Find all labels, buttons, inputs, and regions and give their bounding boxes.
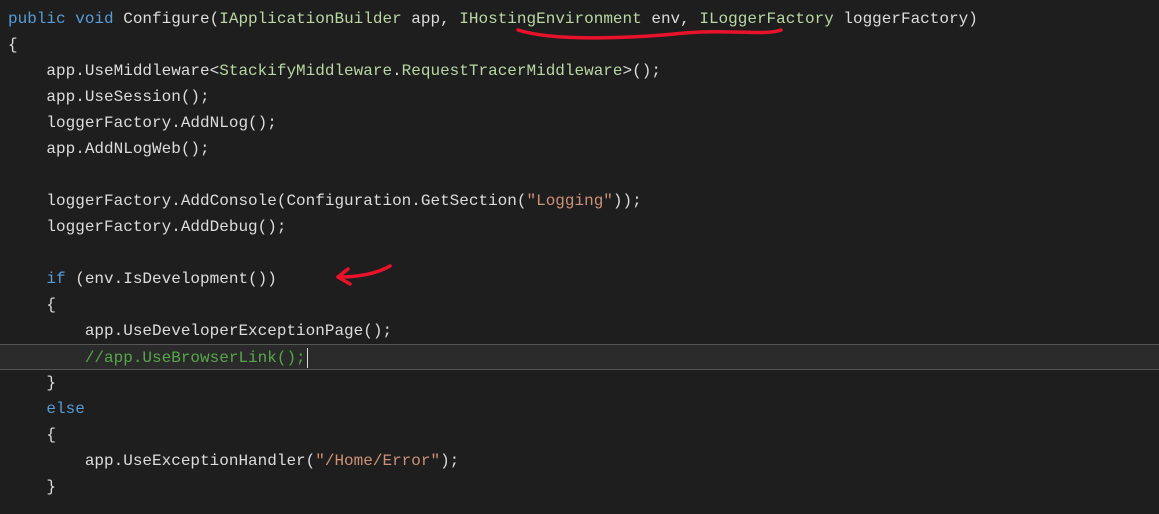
string-literal: "Logging" xyxy=(526,192,612,210)
code-line[interactable]: } xyxy=(8,370,1159,396)
keyword: void xyxy=(75,10,113,28)
text-caret xyxy=(307,348,308,368)
type: ILoggerFactory xyxy=(699,10,833,28)
code-line[interactable]: { xyxy=(8,422,1159,448)
code-line[interactable]: public void Configure(IApplicationBuilde… xyxy=(8,6,1159,32)
type: IApplicationBuilder xyxy=(219,10,401,28)
code-line[interactable]: loggerFactory.AddDebug(); xyxy=(8,214,1159,240)
code-line[interactable]: loggerFactory.AddNLog(); xyxy=(8,110,1159,136)
code-line[interactable]: app.AddNLogWeb(); xyxy=(8,136,1159,162)
code-editor[interactable]: public void Configure(IApplicationBuilde… xyxy=(0,0,1159,500)
code-line[interactable]: { xyxy=(8,32,1159,58)
code-line[interactable]: app.UseDeveloperExceptionPage(); xyxy=(8,318,1159,344)
code-line[interactable]: } xyxy=(8,474,1159,500)
type: IHostingEnvironment xyxy=(459,10,641,28)
code-line[interactable]: app.UseExceptionHandler("/Home/Error"); xyxy=(8,448,1159,474)
comment: //app.UseBrowserLink(); xyxy=(8,349,306,367)
keyword: public xyxy=(8,10,66,28)
code-line-current[interactable]: //app.UseBrowserLink(); xyxy=(0,344,1159,370)
code-line[interactable] xyxy=(8,162,1159,188)
code-line[interactable]: app.UseSession(); xyxy=(8,84,1159,110)
code-line[interactable] xyxy=(8,240,1159,266)
string-literal: "/Home/Error" xyxy=(315,452,440,470)
code-line[interactable]: loggerFactory.AddConsole(Configuration.G… xyxy=(8,188,1159,214)
code-line[interactable]: { xyxy=(8,292,1159,318)
code-line[interactable]: else xyxy=(8,396,1159,422)
code-line[interactable]: app.UseMiddleware<StackifyMiddleware.Req… xyxy=(8,58,1159,84)
code-line[interactable]: if (env.IsDevelopment()) xyxy=(8,266,1159,292)
